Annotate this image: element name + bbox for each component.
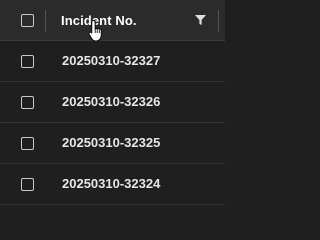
incident-grid: Incident No. 20250310-32327 20250310-323… — [0, 0, 225, 205]
select-all-checkbox[interactable] — [21, 14, 34, 27]
row-select-checkbox[interactable] — [21, 137, 34, 150]
column-divider[interactable] — [218, 10, 219, 32]
table-row[interactable]: 20250310-32324 — [0, 164, 225, 205]
table-row[interactable]: 20250310-32326 — [0, 82, 225, 123]
table-row[interactable]: 20250310-32327 — [0, 41, 225, 82]
filter-funnel-icon[interactable] — [195, 15, 206, 26]
incident-number-cell[interactable]: 20250310-32324 — [62, 176, 160, 191]
row-select-checkbox[interactable] — [21, 55, 34, 68]
row-select-checkbox[interactable] — [21, 178, 34, 191]
column-divider[interactable] — [45, 10, 46, 32]
table-row[interactable]: 20250310-32325 — [0, 123, 225, 164]
row-select-checkbox[interactable] — [21, 96, 34, 109]
hand-pointer-cursor-icon — [88, 19, 102, 42]
incident-number-cell[interactable]: 20250310-32326 — [62, 94, 160, 109]
grid-header-row: Incident No. — [0, 0, 225, 42]
incident-number-cell[interactable]: 20250310-32325 — [62, 135, 160, 150]
incident-number-cell[interactable]: 20250310-32327 — [62, 53, 160, 68]
